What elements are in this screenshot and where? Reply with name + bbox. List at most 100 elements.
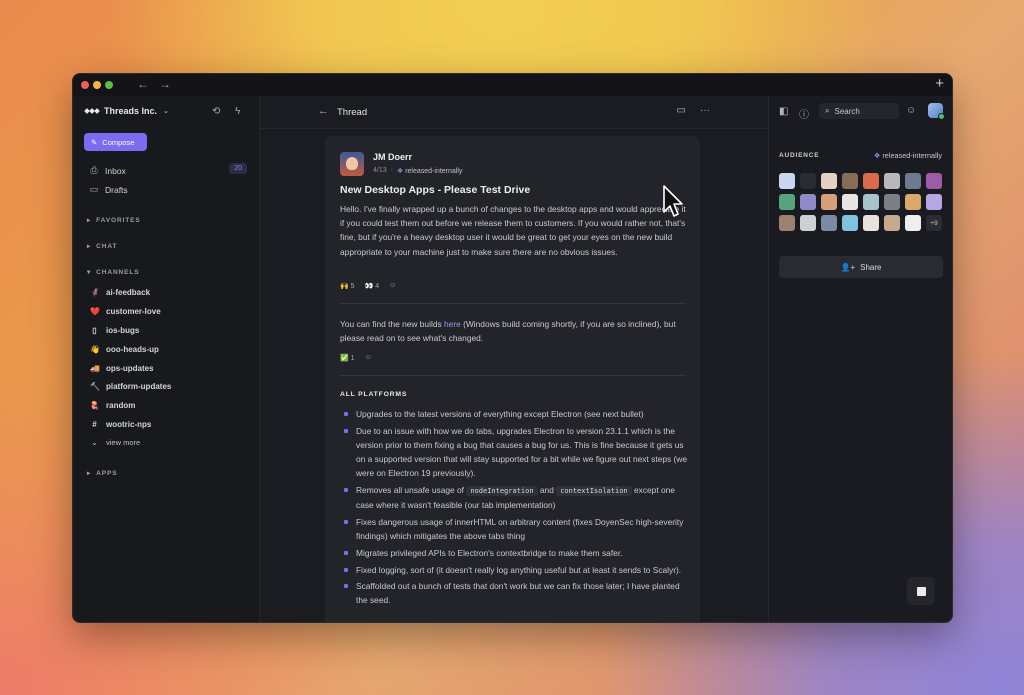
stop-icon	[916, 586, 926, 596]
message-date: 4/13	[373, 167, 387, 174]
author-name[interactable]: JM Doerr	[373, 152, 412, 162]
history-icon[interactable]: ⟲	[212, 106, 220, 117]
inbox-icon: ⎙	[90, 165, 98, 175]
avatar[interactable]	[842, 215, 858, 231]
reaction-check[interactable]: ✅ 1	[340, 354, 355, 362]
help-icon[interactable]: ⓘ	[799, 106, 809, 121]
sidebar-item-inbox[interactable]: ⎙ Inbox 20	[89, 163, 247, 176]
bullet-list: Upgrades to the latest versions of every…	[340, 407, 690, 610]
sidebar-item-drafts[interactable]: ▭ Drafts	[89, 184, 247, 195]
avatar[interactable]	[863, 194, 879, 210]
panel-toggle-icon[interactable]: ◧	[779, 106, 788, 117]
pencil-icon: ✎	[91, 137, 98, 147]
reaction-eyes[interactable]: 👀 4	[365, 282, 380, 290]
back-arrow-icon[interactable]: ←	[318, 105, 329, 117]
superhero-icon: 🦸	[90, 288, 100, 297]
avatar[interactable]	[800, 194, 816, 210]
message-card: JM Doerr 4/13 · ❖ released-internally New…	[325, 136, 700, 622]
avatar[interactable]	[779, 173, 795, 189]
back-arrow-icon[interactable]: ←	[137, 77, 149, 91]
channel-ai-feedback[interactable]: 🦸 ai-feedback	[90, 288, 150, 297]
section-channels[interactable]: ▾ CHANNELS	[87, 268, 139, 277]
workspace-switcher[interactable]: Threads Inc. ⌄	[84, 106, 169, 116]
comment-icon[interactable]: ▭	[677, 105, 686, 116]
mouse-cursor-icon	[663, 185, 683, 217]
more-options-icon[interactable]: ···	[700, 105, 710, 116]
divider	[340, 375, 686, 376]
avatar[interactable]	[884, 194, 900, 210]
reactions: ✅ 1 ☺	[340, 354, 372, 362]
audience-channel[interactable]: ❖ released-internally	[874, 151, 942, 160]
caret-right-icon: ▸	[87, 243, 92, 250]
avatar[interactable]	[926, 194, 942, 210]
avatar[interactable]	[821, 194, 837, 210]
emoji-add-icon[interactable]: ☺	[906, 105, 916, 116]
avatar[interactable]	[779, 215, 795, 231]
forward-arrow-icon[interactable]: →	[159, 77, 171, 91]
list-item: Removes all unsafe usage of nodeIntegrat…	[340, 483, 690, 512]
list-item: Due to an issue with how we do tabs, upg…	[340, 424, 690, 481]
avatar[interactable]	[926, 173, 942, 189]
close-window-button[interactable]	[81, 81, 89, 89]
avatar[interactable]	[842, 173, 858, 189]
thread-header: ← Thread ▭ ···	[260, 96, 768, 129]
share-button[interactable]: 👤+ Share	[779, 256, 943, 278]
reaction-raised-hands[interactable]: 🙌 5	[340, 282, 355, 290]
reply-body: You can find the new builds here (Window…	[340, 319, 676, 344]
code-node-integration: nodeIntegration	[466, 486, 538, 497]
avatar[interactable]	[842, 194, 858, 210]
add-reaction-icon[interactable]: ☺	[389, 282, 396, 290]
minimize-window-button[interactable]	[93, 81, 101, 89]
lightning-icon[interactable]: ϟ	[235, 106, 240, 117]
details-panel: ◧ ⓘ ⌕ Search ☺ AUDIENCE ❖ released-inter…	[768, 96, 952, 622]
avatar[interactable]	[821, 173, 837, 189]
channel-random[interactable]: 🪼 random	[90, 401, 135, 410]
post-body: Hello. I've finally wrapped up a bunch o…	[340, 204, 686, 257]
new-tab-plus-icon[interactable]: +	[935, 75, 944, 92]
add-reaction-icon[interactable]: ☺	[365, 354, 372, 362]
list-item: Upgrades to the latest versions of every…	[340, 407, 690, 421]
channel-ooo-heads-up[interactable]: 👋 ooo-heads-up	[90, 345, 159, 354]
channel-tag[interactable]: ❖ released-internally	[397, 167, 462, 175]
avatar[interactable]	[821, 215, 837, 231]
user-avatar[interactable]	[928, 103, 945, 120]
avatar[interactable]	[905, 215, 921, 231]
jellyfish-icon: 🪼	[90, 401, 100, 410]
caret-right-icon: ▸	[87, 470, 92, 477]
avatar[interactable]	[863, 173, 879, 189]
section-heading: ALL PLATFORMS	[340, 391, 408, 398]
list-item: Fixes dangerous usage of innerHTML on ar…	[340, 515, 690, 543]
avatar[interactable]	[884, 215, 900, 231]
avatar[interactable]	[800, 173, 816, 189]
view-more-channels[interactable]: ⌄ view more	[90, 438, 140, 447]
maximize-window-button[interactable]	[105, 81, 113, 89]
avatar[interactable]	[779, 194, 795, 210]
truck-icon: 🚚	[90, 364, 100, 373]
avatar[interactable]	[905, 194, 921, 210]
workspace-name: Threads Inc.	[104, 106, 158, 116]
section-favorites[interactable]: ▸ FAVORITES	[87, 216, 141, 225]
builds-link[interactable]: here	[444, 319, 461, 329]
caret-down-icon: ▾	[87, 269, 92, 276]
document-icon: ▭	[89, 184, 99, 194]
inbox-count-badge: 20	[229, 163, 247, 174]
channel-ios-bugs[interactable]: ▯ ios-bugs	[90, 326, 139, 335]
channel-wootric-nps[interactable]: # wootric-nps	[90, 420, 151, 429]
section-chat[interactable]: ▸ CHAT	[87, 242, 117, 251]
more-members-count[interactable]: +9	[926, 215, 942, 231]
avatar[interactable]	[800, 215, 816, 231]
avatar[interactable]	[884, 173, 900, 189]
stop-button[interactable]	[907, 577, 935, 605]
thread-pane: ← Thread ▭ ··· JM Doerr 4/13 · ❖ released…	[260, 96, 768, 622]
section-apps[interactable]: ▸ APPS	[87, 469, 117, 478]
list-item: Migrates privileged APIs to Electron's c…	[340, 546, 690, 560]
channel-customer-love[interactable]: ❤️ customer-love	[90, 307, 161, 316]
channel-ops-updates[interactable]: 🚚 ops-updates	[90, 364, 154, 373]
search-input[interactable]: ⌕ Search	[819, 103, 899, 119]
sidebar: Threads Inc. ⌄ ⟲ ϟ ✎ Compose ⎙ Inbox 20 …	[73, 96, 260, 622]
avatar[interactable]	[905, 173, 921, 189]
avatar[interactable]	[340, 152, 364, 176]
avatar[interactable]	[863, 215, 879, 231]
compose-button[interactable]: ✎ Compose	[84, 133, 147, 151]
channel-platform-updates[interactable]: 🔨 platform-updates	[90, 382, 171, 391]
